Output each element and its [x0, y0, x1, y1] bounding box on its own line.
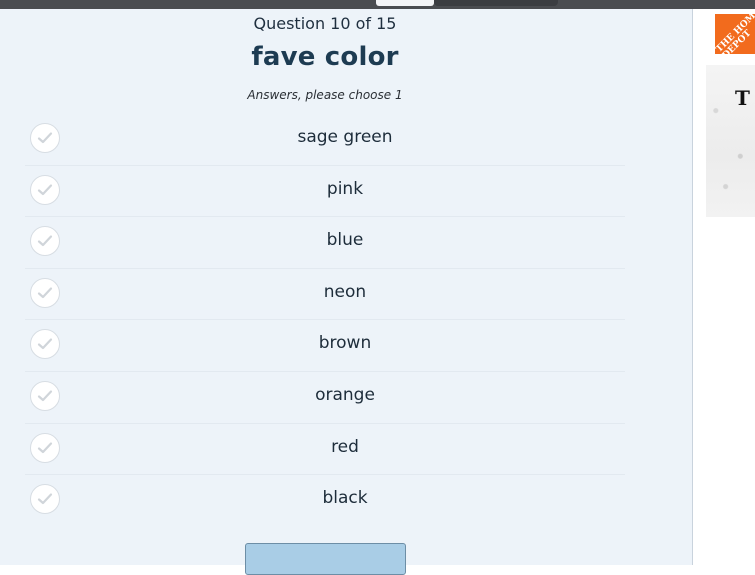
answer-label: blue [326, 230, 364, 251]
quiz-panel: Question 10 of 15 fave color Answers, pl… [0, 9, 693, 565]
home-depot-logo[interactable]: THE HOME DEPOT [715, 14, 755, 54]
tab-strip[interactable] [434, 0, 558, 6]
answer-option[interactable]: black [25, 475, 625, 526]
answer-option[interactable]: red [25, 424, 625, 476]
answer-option[interactable]: blue [25, 217, 625, 269]
answer-list: sage green pink blue neon brown orange r… [25, 114, 625, 526]
logo-text: THE HOME DEPOT [715, 14, 755, 54]
question-title: fave color [251, 42, 399, 72]
answer-label: orange [315, 384, 375, 405]
next-button[interactable] [245, 543, 406, 575]
answer-option[interactable]: brown [25, 320, 625, 372]
ad-headline: T [735, 86, 750, 110]
answer-label: neon [323, 281, 367, 302]
answer-label: sage green [297, 127, 393, 147]
ad-sidebar: THE HOME DEPOT T [693, 9, 755, 565]
answer-option[interactable]: neon [25, 269, 625, 321]
answer-option[interactable]: sage green [25, 114, 625, 166]
active-tab[interactable] [376, 0, 434, 6]
answer-option[interactable]: orange [25, 372, 625, 424]
question-counter: Question 10 of 15 [253, 14, 397, 33]
answer-label: red [331, 436, 359, 457]
answer-instructions: Answers, please choose 1 [247, 88, 403, 102]
answer-label: black [322, 488, 368, 509]
browser-top-bar [0, 0, 755, 9]
answer-label: brown [318, 333, 372, 354]
answer-label: pink [326, 178, 364, 199]
answer-option[interactable]: pink [25, 166, 625, 218]
